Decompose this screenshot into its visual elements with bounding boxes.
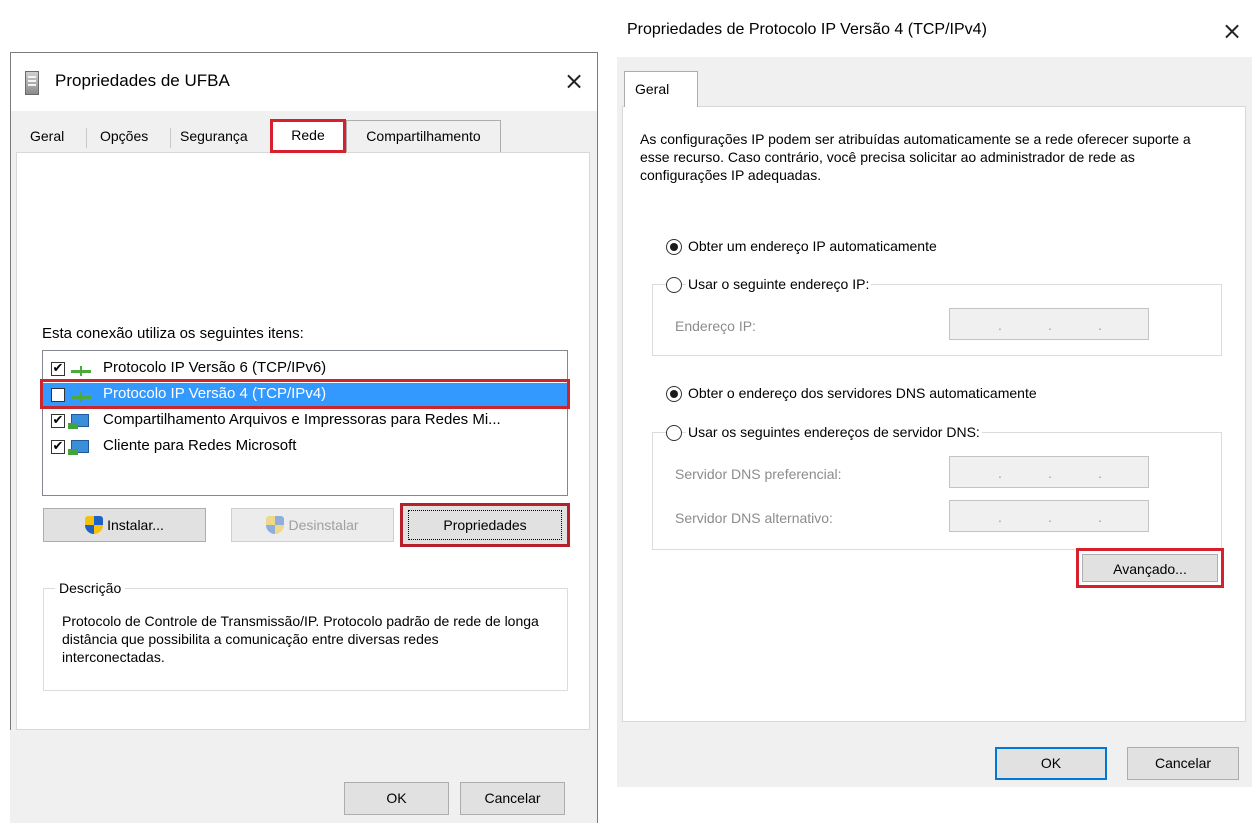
dns-alternate-field: ... — [949, 500, 1149, 532]
item-label: Cliente para Redes Microsoft — [103, 437, 297, 454]
dns-auto-radio[interactable] — [666, 386, 682, 402]
item-checkbox[interactable]: ✔ — [51, 414, 65, 428]
list-item[interactable]: ✔ Cliente para Redes Microsoft — [43, 435, 567, 459]
geral-tab-pane — [622, 106, 1246, 722]
avancado-label: Avançado... — [1082, 554, 1218, 582]
tab-opcoes[interactable]: Opções — [94, 124, 154, 150]
ip-auto-radio[interactable] — [666, 239, 682, 255]
tab-geral[interactable]: Geral — [624, 71, 698, 107]
close-icon[interactable]: × — [1222, 19, 1242, 43]
tab-rede[interactable]: Rede — [270, 119, 346, 153]
desinstalar-button[interactable]: Desinstalar — [231, 508, 394, 542]
right-dialog-title: Propriedades de Protocolo IP Versão 4 (T… — [627, 21, 987, 38]
left-dialog-title: Propriedades de UFBA — [55, 71, 230, 90]
desinstalar-label: Desinstalar — [288, 517, 359, 533]
connection-items-list[interactable]: ✔ Protocolo IP Versão 6 (TCP/IPv6) ✔ Pro… — [42, 350, 568, 496]
dns-manual-radio[interactable] — [666, 425, 682, 441]
cancel-button[interactable]: Cancelar — [1127, 747, 1239, 780]
avancado-button[interactable]: Avançado... — [1076, 548, 1224, 588]
dns-alternate-label: Servidor DNS alternativo: — [675, 510, 833, 526]
ip-auto-label[interactable]: Obter um endereço IP automaticamente — [688, 238, 937, 254]
item-label: Protocolo IP Versão 6 (TCP/IPv6) — [103, 359, 327, 376]
dns-auto-label[interactable]: Obter o endereço dos servidores DNS auto… — [688, 385, 1037, 401]
network-protocol-icon — [71, 362, 91, 376]
ip-manual-label[interactable]: Usar o seguinte endereço IP: — [686, 276, 872, 292]
ok-button[interactable]: OK — [995, 747, 1107, 780]
uac-shield-icon — [85, 516, 104, 534]
network-adapter-icon — [25, 71, 39, 95]
ip-manual-radio[interactable] — [666, 277, 682, 293]
item-checkbox[interactable]: ✔ — [51, 362, 65, 376]
ip-address-label: Endereço IP: — [675, 318, 756, 334]
list-item[interactable]: ✔ Protocolo IP Versão 6 (TCP/IPv6) — [43, 357, 567, 381]
item-checkbox[interactable]: ✔ — [51, 440, 65, 454]
dns-manual-label[interactable]: Usar os seguintes endereços de servidor … — [686, 424, 982, 440]
connection-items-label: Esta conexão utiliza os seguintes itens: — [42, 325, 304, 342]
ip-address-field: ... — [949, 308, 1149, 340]
network-share-icon — [68, 414, 89, 429]
propriedades-button[interactable]: Propriedades — [400, 503, 570, 547]
tab-compartilhamento[interactable]: Compartilhamento — [346, 120, 501, 152]
intro-text: As configurações IP podem ser atribuídas… — [640, 131, 1191, 183]
cancel-button[interactable]: Cancelar — [460, 782, 565, 815]
instalar-label: Instalar... — [107, 517, 164, 533]
instalar-button[interactable]: Instalar... — [43, 508, 206, 542]
network-client-icon — [68, 440, 89, 455]
tab-geral[interactable]: Geral — [24, 124, 70, 150]
tab-separator — [86, 128, 87, 148]
tab-seguranca[interactable]: Segurança — [174, 124, 254, 150]
tab-separator — [170, 128, 171, 148]
close-icon[interactable]: × — [564, 69, 584, 93]
uac-shield-icon — [266, 516, 285, 534]
dns-manual-group — [652, 432, 1222, 550]
selected-item-highlight — [40, 379, 570, 409]
list-item[interactable]: ✔ Compartilhamento Arquivos e Impressora… — [43, 409, 567, 433]
left-dialog-titlebar: Propriedades de UFBA × — [11, 53, 597, 111]
description-title: Descrição — [55, 580, 126, 596]
propriedades-label: Propriedades — [408, 510, 562, 540]
dns-preferred-label: Servidor DNS preferencial: — [675, 466, 842, 482]
description-text: Protocolo de Controle de Transmissão/IP.… — [62, 613, 539, 665]
item-label: Compartilhamento Arquivos e Impressoras … — [103, 411, 501, 428]
dns-preferred-field: ... — [949, 456, 1149, 488]
ok-button[interactable]: OK — [344, 782, 449, 815]
